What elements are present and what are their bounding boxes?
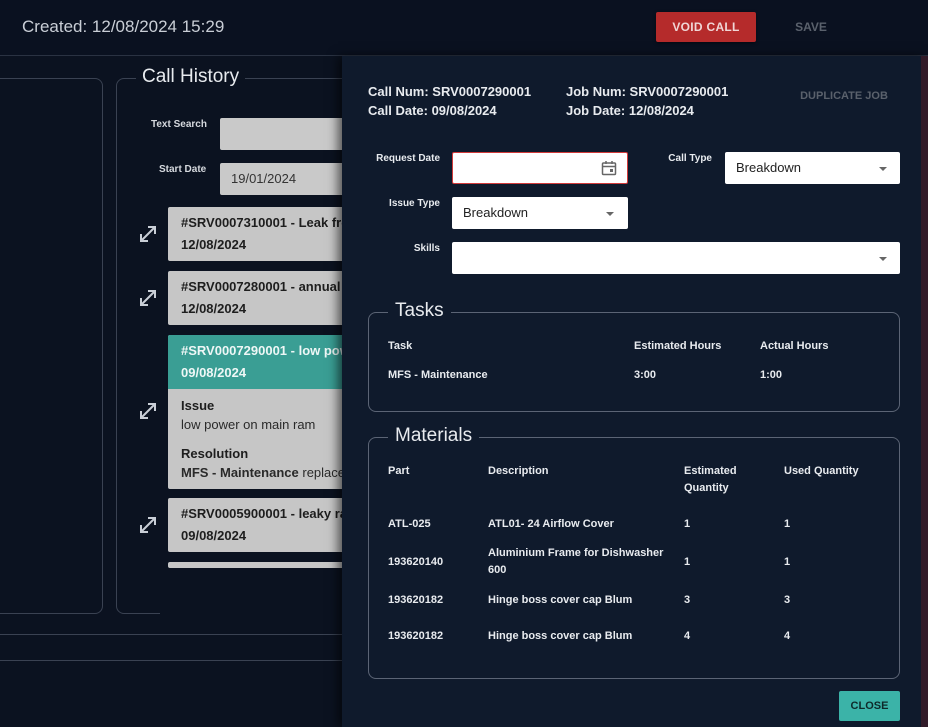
material-used-qty: 1 — [784, 518, 791, 530]
materials-col-part: Part — [388, 465, 410, 477]
chevron-down-icon — [879, 257, 887, 261]
material-description: Hinge boss cover cap Blum — [488, 594, 633, 606]
resolution-detail: replace — [298, 465, 345, 480]
call-card[interactable]: #SRV0007310001 - Leak fro 12/08/2024 — [168, 207, 358, 261]
material-estimated-qty: 1 — [684, 556, 691, 568]
material-part: 193620140 — [388, 556, 444, 568]
close-button[interactable]: CLOSE — [839, 691, 900, 721]
expand-icon[interactable] — [139, 289, 157, 307]
edge-strip — [921, 56, 928, 727]
material-description: ATL01- 24 Airflow Cover — [488, 518, 614, 530]
save-button[interactable]: SAVE — [780, 12, 842, 42]
call-date: 09/08/2024 — [181, 365, 247, 380]
materials-title: Materials — [388, 425, 480, 447]
tasks-col-actual: Actual Hours — [760, 340, 829, 352]
material-part: 193620182 — [388, 630, 444, 642]
issue-label: Issue — [181, 398, 215, 413]
call-date: 12/08/2024 — [181, 301, 247, 316]
call-date: 09/08/2024 — [181, 528, 247, 543]
expand-icon[interactable] — [139, 402, 157, 420]
job-num: Job Num: SRV0007290001 — [566, 84, 729, 99]
resolution-text: MFS - Maintenance replace — [181, 465, 345, 480]
material-estimated-qty: 1 — [684, 518, 691, 530]
task-estimated-hours: 3:00 — [634, 369, 657, 381]
job-date: Job Date: 12/08/2024 — [566, 103, 694, 118]
call-type-label: Call Type — [668, 153, 712, 164]
call-date: Call Date: 09/08/2024 — [368, 103, 497, 118]
call-card-active[interactable]: #SRV0007290001 - low pow 09/08/2024 Issu… — [168, 335, 358, 489]
issue-text: low power on main ram — [181, 417, 316, 432]
material-part: ATL-025 — [388, 518, 431, 530]
issue-type-label: Issue Type — [389, 198, 440, 209]
expand-icon[interactable] — [139, 516, 157, 534]
skills-select[interactable] — [452, 242, 900, 274]
tasks-col-estimated: Estimated Hours — [634, 340, 722, 352]
scroll-mask — [160, 568, 360, 614]
left-panel — [0, 78, 103, 614]
resolution-task: MFS - Maintenance — [181, 465, 299, 480]
material-description: Aluminium Frame for Dishwasher 600 — [488, 547, 664, 576]
call-history-title: Call History — [136, 66, 246, 88]
call-title: #SRV0005900001 - leaky ra — [181, 506, 348, 521]
call-num: Call Num: SRV0007290001 — [368, 84, 532, 99]
call-card[interactable]: #SRV0005900001 - leaky ra 09/08/2024 — [168, 498, 358, 552]
material-estimated-qty: 4 — [684, 630, 691, 642]
chevron-down-icon — [879, 167, 887, 171]
issue-type-select[interactable]: Breakdown — [452, 197, 628, 229]
expand-icon[interactable] — [139, 225, 157, 243]
text-search-input[interactable] — [220, 118, 360, 150]
request-date-label: Request Date — [376, 153, 440, 164]
material-part: 193620182 — [388, 594, 444, 606]
start-date-input[interactable]: 19/01/2024 — [220, 163, 360, 195]
resolution-label: Resolution — [181, 446, 249, 461]
materials-col-estimated-qty: Estimated Quantity — [684, 465, 737, 494]
duplicate-job-button[interactable]: DUPLICATE JOB — [796, 86, 892, 106]
material-used-qty: 1 — [784, 556, 791, 568]
material-estimated-qty: 3 — [684, 594, 691, 606]
chevron-down-icon — [606, 212, 614, 216]
call-card-header: #SRV0007290001 - low pow 09/08/2024 — [168, 335, 358, 389]
divider — [0, 634, 400, 635]
materials-col-description: Description — [488, 465, 549, 477]
material-description: Hinge boss cover cap Blum — [488, 630, 633, 642]
divider — [0, 660, 400, 661]
materials-col-used-qty: Used Quantity — [784, 465, 859, 477]
call-type-select[interactable]: Breakdown — [725, 152, 900, 184]
start-date-label: Start Date — [159, 164, 207, 175]
calendar-icon[interactable] — [601, 160, 617, 176]
call-title: #SRV0007280001 - annual — [181, 279, 341, 294]
task-name: MFS - Maintenance — [388, 369, 488, 381]
skills-label: Skills — [413, 243, 440, 254]
call-title: #SRV0007290001 - low pow — [181, 343, 350, 358]
tasks-col-task: Task — [388, 340, 413, 352]
call-date: 12/08/2024 — [181, 237, 247, 252]
task-actual-hours: 1:00 — [760, 369, 783, 381]
void-call-button[interactable]: VOID CALL — [656, 12, 756, 42]
call-card[interactable]: #SRV0007280001 - annual 12/08/2024 — [168, 271, 358, 325]
tasks-section — [368, 312, 900, 412]
call-title: #SRV0007310001 - Leak fro — [181, 215, 350, 230]
tasks-title: Tasks — [388, 300, 451, 322]
created-timestamp: Created: 12/08/2024 15:29 — [22, 17, 225, 36]
material-used-qty: 3 — [784, 594, 791, 606]
text-search-label: Text Search — [151, 119, 207, 130]
material-used-qty: 4 — [784, 630, 791, 642]
